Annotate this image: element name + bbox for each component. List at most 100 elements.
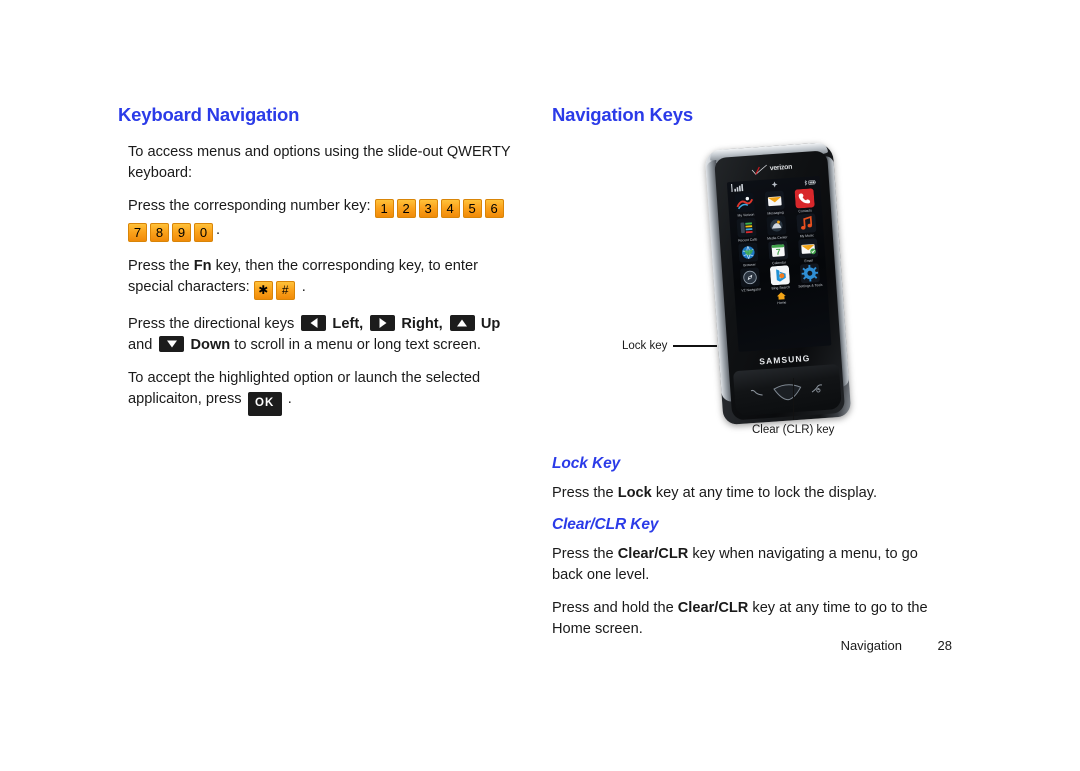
app-calendar[interactable]: 7 Calendar — [763, 240, 794, 266]
intro-paragraph: To access menus and options using the sl… — [128, 142, 518, 184]
key-asterisk: ✱ — [253, 281, 273, 300]
right-column: Navigation Keys — [552, 104, 952, 142]
key-ok: OK — [247, 392, 282, 416]
key-6: 6 — [484, 199, 504, 218]
phone-screen: My Verizon Messaging Contacts Recent Cal… — [726, 175, 832, 352]
right-key-label: Right, — [401, 316, 443, 332]
lock-key-paragraph: Press the Lock key at any time to lock t… — [552, 483, 952, 504]
directional-lead-text: Press the directional keys — [128, 316, 295, 332]
phone-illustration: verizon My Verizon Messaging Contacts Re… — [600, 140, 980, 460]
key-8: 8 — [150, 223, 169, 242]
fn-key-label: Fn — [193, 258, 212, 274]
my-music-note-icon — [796, 213, 816, 234]
callout-lock-leader-line — [673, 345, 718, 347]
up-key-label: Up — [480, 316, 501, 332]
app-label: Email — [804, 258, 814, 264]
key-9: 9 — [172, 223, 191, 242]
key-5: 5 — [462, 199, 482, 218]
media-center-icon — [766, 215, 787, 236]
key-right-arrow — [370, 315, 396, 331]
key-1: 1 — [374, 199, 394, 218]
calendar-icon: 7 — [768, 240, 789, 261]
clear-p2-bold: Clear/CLR — [677, 600, 749, 616]
home-label: Home — [777, 300, 787, 306]
clear-p2-lead: Press and hold the — [552, 600, 674, 616]
vz-navigator-compass-icon — [740, 267, 761, 288]
key-4: 4 — [440, 199, 460, 218]
accept-lead-text: To accept the highlighted option or laun… — [128, 370, 481, 407]
svg-text:7: 7 — [776, 247, 782, 257]
page-title-navigation-keys: Navigation Keys — [552, 104, 693, 125]
key-3: 3 — [418, 199, 438, 218]
app-my-verizon[interactable]: My Verizon — [730, 192, 761, 218]
bluetooth-battery-icons — [804, 179, 816, 186]
footer-page-number: 28 — [937, 638, 952, 653]
app-browser[interactable]: Browser — [733, 242, 764, 268]
app-messaging[interactable]: Messaging — [759, 190, 790, 216]
app-bing-search[interactable]: Bing Search — [764, 265, 795, 291]
browser-globe-icon — [738, 242, 759, 263]
bing-search-icon — [769, 265, 790, 286]
app-email[interactable]: Email — [792, 238, 823, 264]
samsung-wordmark: SAMSUNG — [758, 352, 811, 366]
callout-lock-key-label: Lock key — [622, 340, 668, 352]
right-column-lower: Lock Key Press the Lock key at any time … — [552, 455, 952, 652]
clear-p1-bold: Clear/CLR — [617, 546, 689, 562]
symbol-trailing-punctuation: . — [301, 279, 306, 295]
app-vz-navigator[interactable]: VZ Navigator — [735, 267, 766, 293]
settings-gear-icon — [799, 263, 820, 284]
left-column: Keyboard Navigation To access menus and … — [118, 104, 518, 428]
accept-paragraph: To accept the highlighted option or laun… — [128, 368, 518, 416]
key-7: 7 — [128, 223, 147, 242]
app-my-music[interactable]: My Music — [791, 213, 822, 239]
email-icon — [797, 238, 818, 259]
app-media-center[interactable]: Media Center — [761, 215, 792, 241]
callout-lock-key: Lock key — [622, 340, 718, 352]
key-hash: # — [275, 281, 295, 300]
footer-section-name: Navigation — [840, 638, 902, 653]
directional-and-text: and — [128, 337, 153, 353]
left-key-label: Left, — [332, 316, 364, 332]
clear-key-paragraph-2: Press and hold the Clear/CLR key at any … — [552, 598, 952, 640]
fn-key-paragraph: Press the Fn key, then the corresponding… — [128, 256, 518, 302]
verizon-check-icon — [751, 164, 767, 175]
callout-clear-key: Clear (CLR) key — [752, 378, 834, 436]
contacts-phone-icon — [794, 188, 815, 209]
number-key-lead-text: Press the corresponding number key: — [128, 198, 371, 214]
lock-text-lead: Press the — [552, 485, 614, 501]
key-left-arrow — [301, 315, 327, 331]
callout-clear-leader-line — [792, 378, 794, 420]
app-contacts[interactable]: Contacts — [789, 188, 820, 214]
number-key-paragraph: Press the corresponding number key: 1234… — [128, 196, 518, 244]
subheading-lock-key: Lock Key — [552, 455, 621, 472]
clear-key-paragraph-1: Press the Clear/CLR key when navigating … — [552, 544, 952, 586]
key-down-arrow — [159, 336, 185, 352]
key-0: 0 — [194, 223, 213, 242]
app-recent-calls[interactable]: Recent Calls — [731, 217, 762, 243]
clear-p1-lead: Press the — [552, 546, 614, 562]
accept-trailing-punctuation: . — [287, 391, 292, 407]
key-up-arrow — [449, 315, 475, 331]
messaging-envelope-icon — [764, 190, 785, 211]
key-2: 2 — [396, 199, 416, 218]
recent-calls-icon — [736, 217, 757, 238]
fn-lead-text: Press the — [128, 258, 190, 274]
my-verizon-icon — [735, 192, 756, 213]
verizon-wordmark: verizon — [769, 163, 793, 173]
directional-tail-text: to scroll in a menu or long text screen. — [234, 337, 481, 353]
app-settings-and-tools[interactable]: Settings & Tools — [794, 263, 825, 289]
lock-bold-label: Lock — [617, 485, 652, 501]
phone-app-grid: My Verizon Messaging Contacts Recent Cal… — [728, 187, 828, 293]
lock-text-tail: key at any time to lock the display. — [655, 485, 878, 501]
manual-page: Keyboard Navigation To access menus and … — [0, 0, 1080, 771]
intro-text: To access menus and options using the sl… — [128, 144, 511, 181]
subheading-clear-clr-key: Clear/CLR Key — [552, 516, 659, 533]
page-title-keyboard-navigation: Keyboard Navigation — [118, 104, 300, 125]
signal-strength-icon — [730, 183, 744, 192]
callout-clear-key-label: Clear (CLR) key — [752, 424, 835, 436]
down-key-label: Down — [190, 337, 231, 353]
page-footer: Navigation 28 — [552, 638, 952, 653]
number-key-trailing-punctuation: . — [216, 222, 221, 238]
network-alert-icon — [771, 181, 778, 188]
directional-keys-paragraph: Press the directional keys Left, Right, … — [128, 314, 518, 356]
